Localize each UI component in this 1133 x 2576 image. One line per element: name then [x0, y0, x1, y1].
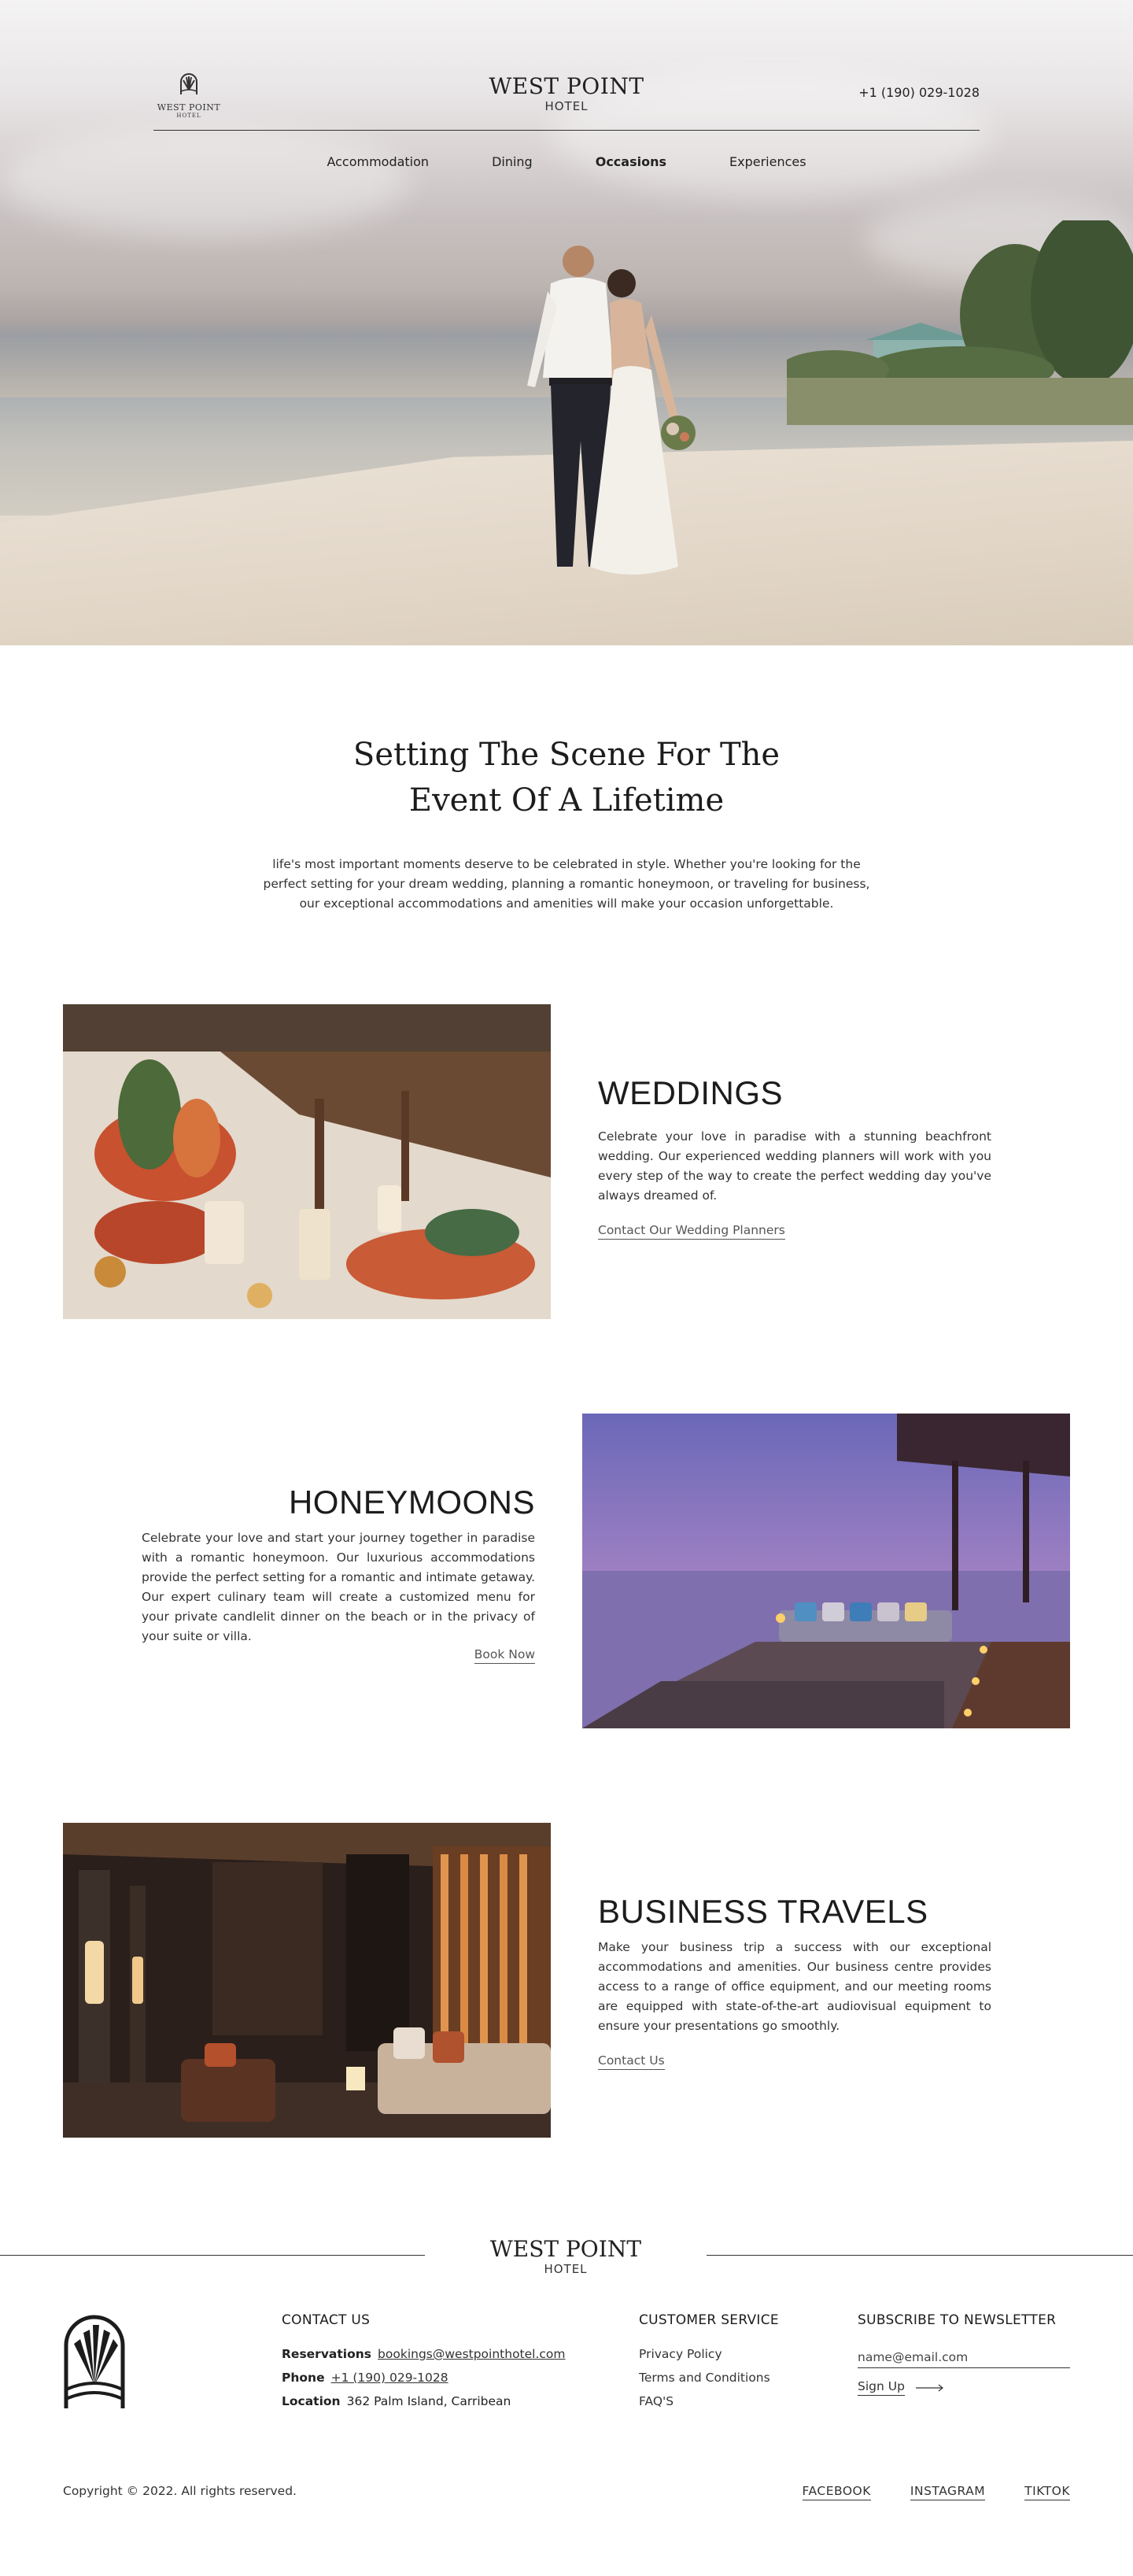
- footer-brand[interactable]: WEST POINT HOTEL: [425, 2235, 707, 2276]
- hero-couple-image: [527, 246, 696, 575]
- faq-link[interactable]: FAQ'S: [639, 2389, 779, 2413]
- site-header: WEST POINT HOTEL WEST POINT HOTEL +1 (19…: [153, 0, 980, 173]
- business-image: [63, 1823, 551, 2138]
- reservations-label: Reservations: [282, 2347, 372, 2361]
- honeymoons-title: HONEYMOONS: [288, 1484, 535, 1521]
- privacy-policy-link[interactable]: Privacy Policy: [639, 2342, 779, 2366]
- book-now-link[interactable]: Book Now: [474, 1647, 535, 1664]
- weddings-section: WEDDINGS Celebrate your love in paradise…: [0, 1004, 1133, 1319]
- site-footer: WEST POINT HOTEL CONTACT US Reservations…: [0, 2227, 1133, 2576]
- footer-divider-left: [0, 2255, 425, 2256]
- footer-divider-right: [707, 2255, 1133, 2256]
- main-nav: Accommodation Dining Occasions Experienc…: [153, 154, 980, 169]
- header-divider: [153, 130, 980, 131]
- sign-up-label: Sign Up: [858, 2379, 905, 2396]
- nav-accommodation[interactable]: Accommodation: [327, 154, 429, 169]
- header-brand[interactable]: WEST POINT HOTEL: [153, 72, 980, 113]
- newsletter-title: SUBSCRIBE TO NEWSLETTER: [858, 2312, 1057, 2328]
- intro-title-line1: Setting The Scene For The: [352, 737, 781, 773]
- footer-brand-name: WEST POINT: [489, 2236, 641, 2262]
- terms-link[interactable]: Terms and Conditions: [639, 2366, 779, 2389]
- phone-link[interactable]: +1 (190) 029-1028: [331, 2371, 448, 2385]
- footer-service-title: CUSTOMER SERVICE: [639, 2312, 779, 2328]
- header-phone[interactable]: +1 (190) 029-1028: [858, 85, 980, 100]
- footer-brand-sub: HOTEL: [544, 2262, 588, 2276]
- instagram-link[interactable]: INSTAGRAM: [910, 2484, 986, 2500]
- weddings-image: [63, 1004, 551, 1319]
- phone-label: Phone: [282, 2371, 325, 2385]
- contact-wedding-planners-link[interactable]: Contact Our Wedding Planners: [598, 1223, 785, 1240]
- intro-text: life's most important moments deserve to…: [263, 857, 870, 911]
- intro-section: Setting The Scene For The Event Of A Lif…: [0, 732, 1133, 914]
- location-label: Location: [282, 2394, 341, 2408]
- brand-sub: HOTEL: [544, 99, 589, 113]
- weddings-text: Celebrate your love in paradise with a s…: [598, 1129, 991, 1203]
- footer-newsletter: SUBSCRIBE TO NEWSLETTER Sign Up: [858, 2312, 1070, 2396]
- honeymoons-section: HONEYMOONS Celebrate your love and start…: [0, 1414, 1133, 1728]
- footer-contact: CONTACT US Reservations bookings@westpoin…: [282, 2312, 566, 2413]
- footer-reservations: Reservations bookings@westpointhotel.com: [282, 2342, 566, 2366]
- social-links: FACEBOOK INSTAGRAM TIKTOK: [802, 2484, 1070, 2500]
- nav-occasions[interactable]: Occasions: [596, 154, 666, 169]
- business-section: BUSINESS TRAVELS Make your business trip…: [0, 1823, 1133, 2138]
- footer-customer-service: CUSTOMER SERVICE Privacy Policy Terms an…: [639, 2312, 779, 2413]
- brand-name: WEST POINT: [489, 73, 644, 99]
- intro-title-line2: Event Of A Lifetime: [408, 782, 725, 819]
- hero-trees-image: [787, 220, 1133, 425]
- newsletter-email-input[interactable]: [858, 2347, 1070, 2368]
- tiktok-link[interactable]: TIKTOK: [1024, 2484, 1070, 2500]
- honeymoons-text: Celebrate your love and start your journ…: [142, 1531, 535, 1643]
- business-text: Make your business trip a success with o…: [598, 1940, 991, 2033]
- intro-title: Setting The Scene For The Event Of A Lif…: [0, 732, 1133, 823]
- footer-phone: Phone +1 (190) 029-1028: [282, 2366, 566, 2389]
- footer-location: Location 362 Palm Island, Carribean: [282, 2389, 566, 2413]
- sign-up-button[interactable]: Sign Up: [858, 2379, 944, 2396]
- arrow-right-icon: [915, 2384, 943, 2391]
- nav-experiences[interactable]: Experiences: [729, 154, 806, 169]
- honeymoons-image: [582, 1414, 1070, 1728]
- weddings-title: WEDDINGS: [598, 1074, 783, 1111]
- business-title: BUSINESS TRAVELS: [598, 1893, 928, 1930]
- location-value: 362 Palm Island, Carribean: [346, 2394, 511, 2408]
- footer-contact-title: CONTACT US: [282, 2312, 371, 2328]
- business-contact-link[interactable]: Contact Us: [598, 2053, 665, 2070]
- facebook-link[interactable]: FACEBOOK: [802, 2484, 871, 2500]
- reservations-email-link[interactable]: bookings@westpointhotel.com: [378, 2347, 565, 2361]
- sunburst-arch-icon: [64, 2315, 125, 2408]
- logo-sub: HOTEL: [176, 113, 201, 119]
- copyright-text: Copyright © 2022. All rights reserved.: [63, 2484, 297, 2498]
- nav-dining[interactable]: Dining: [492, 154, 533, 169]
- hero-banner: WEST POINT HOTEL WEST POINT HOTEL +1 (19…: [0, 0, 1133, 645]
